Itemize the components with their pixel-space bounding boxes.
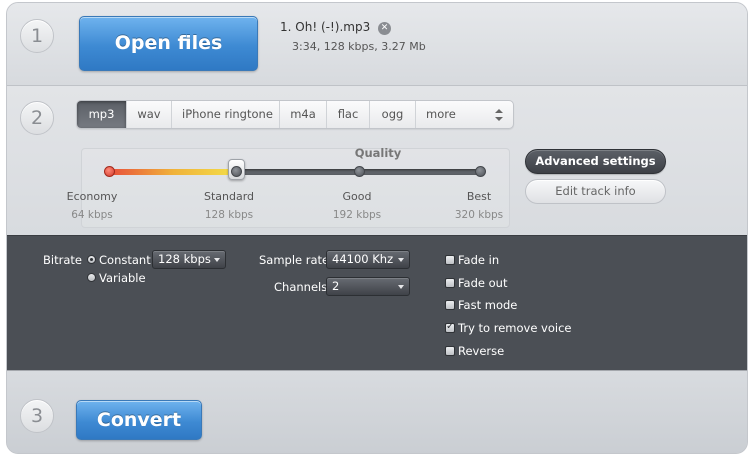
converter-app: 1 Open files 1. Oh! (-!).mp3 ✕ 3:34, 128…: [6, 2, 748, 454]
option-label[interactable]: Reverse: [458, 344, 504, 358]
open-files-section: 1 Open files 1. Oh! (-!).mp3 ✕ 3:34, 128…: [7, 3, 747, 86]
option-label[interactable]: Fade out: [458, 276, 507, 290]
format-tab-more[interactable]: more: [416, 101, 513, 128]
quality-level-kbps: 64 kbps: [71, 209, 113, 221]
option-checkbox-0[interactable]: [445, 255, 455, 265]
quality-level-name: Good: [342, 190, 372, 203]
convert-section: 3 Convert: [7, 372, 747, 453]
channels-label: Channels: [274, 280, 328, 294]
file-name: 1. Oh! (-!).mp3 ✕: [280, 20, 392, 35]
bitrate-variable-radio[interactable]: [87, 273, 96, 282]
option-checkbox-3[interactable]: ✓: [445, 321, 455, 333]
advanced-settings-panel: Bitrate Constant Variable 128 kbps Sampl…: [7, 235, 747, 371]
option-label[interactable]: Try to remove voice: [458, 321, 571, 335]
quality-level-kbps: 192 kbps: [332, 209, 382, 221]
open-files-button[interactable]: Open files: [79, 16, 258, 71]
step-3-badge: 3: [20, 399, 54, 433]
option-checkbox-1[interactable]: [445, 278, 455, 288]
quality-slider-track[interactable]: [108, 169, 482, 175]
quality-tick-1[interactable]: [231, 166, 242, 177]
channels-select-value: 2: [332, 279, 340, 293]
quality-slider-fill: [108, 169, 239, 175]
format-tab-m4a[interactable]: m4a: [280, 101, 327, 128]
step-2-badge: 2: [20, 101, 54, 135]
option-checkbox-2[interactable]: [445, 300, 455, 310]
advanced-settings-button[interactable]: Advanced settings: [525, 149, 666, 174]
close-circle-icon[interactable]: ✕: [378, 22, 392, 35]
format-section: 2 mp3 wav iPhone ringtone m4a flac ogg m…: [7, 86, 747, 235]
chevron-down-icon: [398, 258, 404, 262]
bitrate-select-value: 128 kbps: [158, 252, 211, 266]
quality-level-kbps: 128 kbps: [204, 209, 254, 221]
bitrate-variable-label[interactable]: Variable: [99, 271, 146, 285]
format-tab-wav[interactable]: wav: [127, 101, 172, 128]
edit-track-info-button[interactable]: Edit track info: [525, 179, 666, 204]
quality-level-name: Standard: [203, 190, 255, 203]
format-tab-flac[interactable]: flac: [327, 101, 370, 128]
bitrate-label: Bitrate: [43, 253, 82, 267]
quality-level-name: Economy: [66, 190, 118, 203]
sample-rate-label: Sample rate: [259, 253, 330, 267]
option-label[interactable]: Fast mode: [458, 298, 517, 312]
format-tab-mp3[interactable]: mp3: [77, 101, 127, 128]
option-label[interactable]: Fade in: [458, 253, 499, 267]
convert-button[interactable]: Convert: [76, 400, 202, 440]
format-more-label: more: [426, 107, 456, 121]
sample-rate-select[interactable]: 44100 Khz: [326, 250, 410, 269]
quality-level-kbps: 320 kbps: [454, 209, 504, 221]
chevron-down-icon: [398, 285, 404, 289]
option-checkbox-4[interactable]: [445, 346, 455, 356]
file-meta: 3:34, 128 kbps, 3.27 Mb: [292, 40, 426, 53]
file-name-text: 1. Oh! (-!).mp3: [280, 20, 371, 34]
format-tab-iphone-ringtone[interactable]: iPhone ringtone: [172, 101, 280, 128]
bitrate-constant-radio[interactable]: [87, 255, 96, 264]
sample-rate-select-value: 44100 Khz: [332, 252, 394, 266]
format-tab-ogg[interactable]: ogg: [370, 101, 416, 128]
chevron-down-icon: [214, 258, 220, 262]
quality-tick-2[interactable]: [354, 166, 365, 177]
checkmark-icon: ✓: [446, 321, 455, 332]
step-1-badge: 1: [20, 19, 54, 53]
up-down-arrows-icon: [495, 109, 503, 121]
format-tabs: mp3 wav iPhone ringtone m4a flac ogg mor…: [76, 100, 514, 129]
channels-select[interactable]: 2: [326, 277, 410, 296]
quality-tick-3[interactable]: [475, 166, 486, 177]
quality-level-name: Best: [466, 190, 492, 203]
bitrate-constant-label[interactable]: Constant: [99, 253, 151, 267]
quality-tick-0[interactable]: [104, 166, 115, 177]
bitrate-select[interactable]: 128 kbps: [152, 250, 226, 269]
